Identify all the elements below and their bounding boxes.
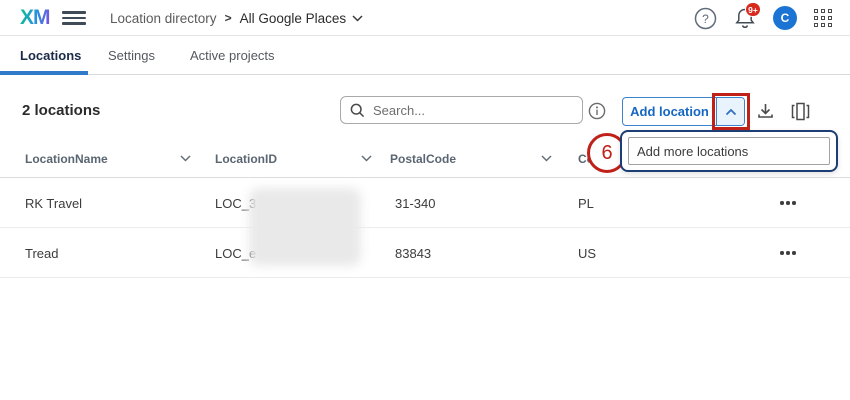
notifications-button[interactable]: 9+ (734, 6, 756, 30)
cell-location-name: Tread (25, 246, 58, 261)
breadcrumb-parent[interactable]: Location directory (110, 11, 217, 26)
xm-logo: XM (20, 6, 50, 30)
cell-postal-code: 83843 (395, 246, 431, 261)
location-directory-page: XM Location directory > All Google Place… (0, 0, 850, 400)
download-icon[interactable] (755, 100, 776, 122)
add-location-dropdown-toggle[interactable] (716, 98, 744, 125)
chevron-down-icon (352, 15, 363, 22)
svg-text:?: ? (702, 12, 709, 26)
topbar-actions: ? 9+ C (694, 0, 832, 36)
column-header-location-id[interactable]: LocationID (215, 152, 277, 166)
cell-location-name: RK Travel (25, 196, 82, 211)
breadcrumb-current[interactable]: All Google Places (240, 11, 364, 26)
cell-country-code: US (578, 246, 596, 261)
column-header-postal-code[interactable]: PostalCode (390, 152, 456, 166)
table-row[interactable]: RK Travel LOC_3 31-340 PL (0, 178, 850, 228)
avatar[interactable]: C (773, 6, 797, 30)
row-actions-button[interactable] (772, 240, 804, 266)
top-bar: XM Location directory > All Google Place… (0, 0, 850, 36)
search-box[interactable] (340, 96, 583, 124)
tab-bar: Locations Settings Active projects (0, 36, 850, 75)
chevron-down-icon[interactable] (361, 155, 372, 162)
add-location-button[interactable]: Add location (623, 98, 716, 125)
chevron-up-icon (725, 108, 737, 116)
cell-postal-code: 31-340 (395, 196, 435, 211)
breadcrumb-current-label: All Google Places (240, 11, 347, 26)
menu-icon[interactable] (62, 11, 86, 25)
redacted-location-ids (249, 188, 361, 266)
row-actions-button[interactable] (772, 190, 804, 216)
info-icon[interactable] (588, 102, 606, 120)
column-header-location-name[interactable]: LocationName (25, 152, 108, 166)
apps-grid-icon[interactable] (814, 9, 832, 27)
active-tab-indicator (0, 71, 88, 75)
columns-view-icon[interactable] (789, 100, 812, 123)
add-location-dropdown-menu: Add more locations (620, 130, 838, 172)
breadcrumb: Location directory > All Google Places (110, 9, 363, 27)
table-row[interactable]: Tread LOC_e 83843 US (0, 228, 850, 278)
search-input[interactable] (373, 103, 573, 118)
tab-settings[interactable]: Settings (108, 36, 155, 74)
chevron-down-icon[interactable] (541, 155, 552, 162)
breadcrumb-separator: > (225, 11, 232, 25)
tab-locations[interactable]: Locations (20, 36, 81, 74)
help-icon[interactable]: ? (694, 7, 717, 30)
search-icon (350, 103, 365, 118)
cell-country-code: PL (578, 196, 594, 211)
tab-active-projects[interactable]: Active projects (190, 36, 275, 74)
chevron-down-icon[interactable] (180, 155, 191, 162)
locations-count: 2 locations (22, 102, 100, 119)
menu-item-add-more-locations[interactable]: Add more locations (628, 137, 830, 165)
notification-badge: 9+ (745, 2, 761, 17)
add-location-split-button: Add location (622, 97, 745, 126)
